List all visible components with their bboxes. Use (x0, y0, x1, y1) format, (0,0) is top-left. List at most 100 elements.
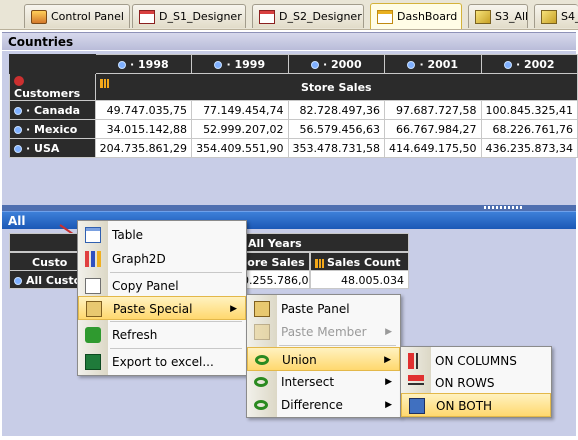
menu-item-union[interactable]: Union ▶ (247, 347, 400, 371)
intersect-icon (254, 377, 268, 387)
tab-label: D_S2_Designer (279, 10, 362, 23)
menu-separator (110, 348, 242, 349)
tab-s4[interactable]: S4_ (534, 4, 578, 28)
cell[interactable]: 97.687.727,58 (384, 100, 482, 120)
measure-icon (315, 258, 324, 268)
splitter-grip-icon[interactable] (484, 206, 524, 209)
cube-icon (541, 9, 557, 24)
submenu-arrow-icon: ▶ (385, 377, 392, 387)
menu-item-paste-member[interactable]: Paste Member ▶ (247, 320, 400, 344)
paste-special-submenu: Paste Panel Paste Member ▶ Union ▶ Inter… (246, 294, 401, 418)
cell[interactable]: 414.649.175,50 (384, 138, 482, 158)
measure-icon (99, 79, 109, 88)
menu-item-on-columns[interactable]: ON COLUMNS (401, 349, 551, 373)
dimension-header-customers[interactable]: Customers (9, 73, 96, 101)
submenu-arrow-icon: ▶ (230, 304, 237, 314)
menu-item-export-excel[interactable]: Export to excel... (78, 350, 246, 374)
menu-separator (110, 321, 242, 322)
tab-bar: Control Panel D_S1_Designer D_S2_Designe… (0, 0, 578, 30)
designer-icon (139, 9, 155, 24)
row-header-mexico[interactable]: · Mexico (9, 119, 96, 139)
member-dot-icon (214, 60, 223, 69)
submenu-arrow-icon: ▶ (385, 327, 392, 337)
tab-label: D_S1_Designer (159, 10, 242, 23)
submenu-arrow-icon: ▶ (385, 400, 392, 410)
cell[interactable]: 34.015.142,88 (94, 119, 193, 139)
control-panel-icon (31, 9, 47, 24)
column-header-1999[interactable]: · 1999 (191, 54, 289, 74)
cell[interactable]: 100.845.325,41 (480, 100, 578, 120)
cell[interactable]: 56.579.456,63 (287, 119, 386, 139)
column-header-store-sales[interactable]: tore Sales (237, 252, 310, 271)
tab-control-panel[interactable]: Control Panel (24, 4, 130, 28)
paste-icon (86, 301, 102, 317)
dashboard-icon (377, 9, 393, 24)
member-dot-icon (310, 60, 319, 69)
menu-item-table[interactable]: Table (78, 223, 246, 247)
column-header-2002[interactable]: · 2002 (480, 54, 578, 74)
member-dot-icon (14, 106, 22, 115)
tab-d-s2-designer[interactable]: D_S2_Designer (252, 4, 364, 28)
cell[interactable]: 204.735.861,29 (94, 138, 193, 158)
menu-item-on-rows[interactable]: ON ROWS (401, 371, 551, 395)
menu-item-paste-special[interactable]: Paste Special ▶ (78, 296, 246, 320)
tab-label: S3_All (495, 10, 528, 23)
paste-member-icon (254, 324, 270, 340)
union-submenu: ON COLUMNS ON ROWS ON BOTH (400, 346, 552, 418)
member-dot-icon (14, 144, 22, 153)
countries-table: · 1998 · 1999 · 2000 · 2001 · 2002 Custo… (9, 54, 578, 158)
tab-label: DashBoard (397, 10, 458, 23)
menu-item-graph2d[interactable]: Graph2D (78, 247, 246, 271)
tab-d-s1-designer[interactable]: D_S1_Designer (132, 4, 246, 28)
tab-label: S4_ (561, 10, 578, 23)
column-header-sales-count[interactable]: Sales Count (310, 252, 409, 271)
cell[interactable]: 353.478.731,58 (287, 138, 386, 158)
table-icon (85, 227, 101, 243)
tab-s3-all[interactable]: S3_All (468, 4, 528, 28)
row-header-canada[interactable]: · Canada (9, 100, 96, 120)
member-dot-icon (118, 60, 126, 69)
refresh-icon (85, 327, 101, 343)
cell[interactable]: 0.255.786,00 (237, 270, 310, 289)
tab-dashboard[interactable]: DashBoard (370, 3, 462, 29)
panel-countries-header[interactable]: Countries (2, 32, 576, 50)
cell[interactable]: 48.005.034 (310, 270, 409, 289)
measure-header-store-sales[interactable]: Store Sales (94, 73, 578, 101)
cell[interactable]: 66.767.984,27 (384, 119, 482, 139)
cell[interactable]: 68.226.761,76 (480, 119, 578, 139)
menu-item-paste-panel[interactable]: Paste Panel (247, 297, 400, 321)
menu-item-intersect[interactable]: Intersect ▶ (247, 370, 400, 394)
difference-icon (254, 400, 268, 410)
row-header-usa[interactable]: · USA (9, 138, 96, 158)
cell[interactable]: 354.409.551,90 (191, 138, 289, 158)
column-header-1998[interactable]: · 1998 (94, 54, 193, 74)
cell[interactable]: 82.728.497,36 (287, 100, 386, 120)
cube-icon (475, 9, 491, 24)
cell[interactable]: 77.149.454,74 (191, 100, 289, 120)
submenu-arrow-icon: ▶ (384, 355, 391, 365)
menu-item-on-both[interactable]: ON BOTH (401, 393, 551, 417)
menu-item-refresh[interactable]: Refresh (78, 323, 246, 347)
table-row: · Mexico 34.015.142,88 52.999.207,02 56.… (9, 119, 578, 139)
column-header-2000[interactable]: · 2000 (287, 54, 386, 74)
member-dot-icon (407, 60, 416, 69)
table-row: · Canada 49.747.035,75 77.149.454,74 82.… (9, 100, 578, 120)
corner-blank (9, 54, 96, 74)
member-dot-icon (14, 277, 22, 285)
copy-icon (85, 278, 101, 294)
on-rows-icon (408, 375, 424, 391)
customers-dimension-icon (14, 76, 24, 86)
panel-title: Countries (8, 35, 74, 49)
menu-item-difference[interactable]: Difference ▶ (247, 393, 400, 417)
paste-panel-icon (254, 301, 270, 317)
menu-separator (279, 345, 396, 346)
designer-icon (259, 9, 275, 24)
cell[interactable]: 436.235.873,34 (480, 138, 578, 158)
column-header-2001[interactable]: · 2001 (384, 54, 482, 74)
menu-separator (110, 272, 242, 273)
tab-label: Control Panel (51, 10, 124, 23)
union-icon (255, 355, 269, 365)
cell[interactable]: 52.999.207,02 (191, 119, 289, 139)
cell[interactable]: 49.747.035,75 (94, 100, 193, 120)
menu-item-copy-panel[interactable]: Copy Panel (78, 274, 246, 298)
